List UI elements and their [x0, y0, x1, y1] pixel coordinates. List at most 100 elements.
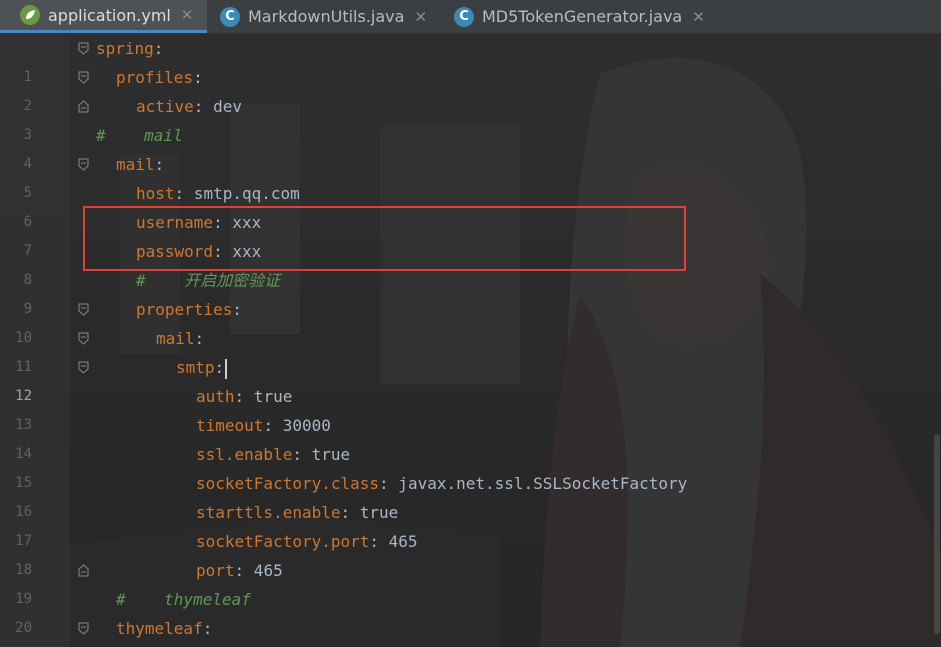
yaml-key: starttls.enable — [196, 503, 341, 522]
code-text[interactable]: socketFactory.class: javax.net.ssl.SSLSo… — [196, 469, 687, 498]
yaml-separator: : — [340, 503, 351, 522]
fold-open-icon[interactable] — [78, 361, 89, 374]
yaml-value: dev — [203, 97, 242, 116]
yaml-value: true — [244, 387, 293, 406]
yaml-separator: : — [154, 155, 165, 174]
yaml-key: mail — [116, 155, 155, 174]
yaml-key: socketFactory.class — [196, 474, 380, 493]
java-class-icon: C — [220, 6, 240, 27]
fold-open-icon[interactable] — [78, 42, 89, 55]
yaml-key: ssl.enable — [196, 445, 293, 464]
code-line: 13 auth: true — [0, 382, 941, 433]
annotation-highlight-box — [83, 206, 686, 271]
yaml-key: profiles — [116, 68, 194, 87]
yaml-value: javax.net.ssl.SSLSocketFactory — [388, 474, 688, 493]
fold-open-icon[interactable] — [78, 332, 89, 345]
code-line: 2 profiles: — [0, 63, 941, 114]
yaml-key: smtp — [176, 358, 215, 377]
code-line: 18 socketFactory.port: 465 — [0, 527, 941, 578]
code-line: 5 mail: — [0, 150, 941, 201]
code-text[interactable]: ssl.enable: true — [196, 440, 350, 469]
fold-close-icon[interactable] — [78, 100, 89, 113]
code-text[interactable]: auth: true — [196, 382, 292, 411]
yaml-comment: # 开启加密验证 — [136, 271, 281, 290]
code-text[interactable]: timeout: 30000 — [196, 411, 331, 440]
yaml-separator: : — [379, 474, 389, 493]
editor-tab-bar: application.yml ✕ C MarkdownUtils.java ✕… — [0, 0, 941, 34]
yaml-separator: : — [193, 97, 204, 116]
code-line: 4 # mail — [0, 121, 941, 172]
tab-application-yml[interactable]: application.yml ✕ — [0, 0, 207, 33]
yaml-separator: : — [292, 445, 302, 464]
code-text[interactable]: profiles: — [116, 63, 203, 92]
code-line: 20 # thymeleaf — [0, 585, 941, 636]
code-text[interactable]: mail: — [116, 150, 164, 179]
fold-open-icon[interactable] — [78, 303, 89, 316]
tab-label: MarkdownUtils.java — [248, 7, 405, 26]
code-line: 21 thymeleaf: — [0, 614, 941, 643]
yaml-key: host — [136, 184, 175, 203]
code-text[interactable]: # thymeleaf — [116, 585, 251, 614]
yaml-value: 30000 — [273, 416, 331, 435]
line-number: 21 — [0, 643, 32, 647]
text-caret — [225, 358, 228, 379]
code-line: 19 port: 465 — [0, 556, 941, 607]
code-text[interactable]: # mail — [96, 121, 183, 150]
yaml-key: spring — [96, 39, 154, 58]
code-line: 1 spring: — [0, 34, 941, 85]
yaml-value: true — [301, 445, 351, 464]
code-text[interactable]: spring: — [96, 34, 163, 63]
code-line: 16 socketFactory.class: javax.net.ssl.SS… — [0, 469, 941, 520]
yaml-separator: : — [174, 184, 185, 203]
close-icon[interactable]: ✕ — [414, 8, 427, 26]
yaml-key: socketFactory.port — [196, 532, 370, 551]
yaml-comment: # mail — [96, 126, 183, 145]
close-icon[interactable]: ✕ — [181, 6, 194, 24]
yaml-separator: : — [369, 532, 380, 551]
yaml-separator: : — [263, 416, 274, 435]
code-text[interactable]: properties: — [136, 295, 242, 324]
code-text[interactable]: smtp: — [176, 353, 228, 382]
code-text[interactable]: host: smtp.qq.com — [136, 179, 300, 208]
yaml-separator: : — [232, 300, 242, 319]
yaml-key: properties — [136, 300, 233, 319]
code-line: 3 active: dev — [0, 92, 941, 143]
fold-close-icon[interactable] — [78, 564, 89, 577]
java-class-icon: C — [454, 6, 474, 27]
scrollbar-thumb[interactable] — [934, 434, 940, 634]
code-line-current: 12 smtp: — [0, 353, 941, 404]
tab-label: MD5TokenGenerator.java — [482, 7, 683, 26]
code-text[interactable]: port: 465 — [196, 556, 283, 585]
tab-label: application.yml — [48, 5, 171, 25]
yaml-separator: : — [194, 329, 205, 348]
fold-open-icon[interactable] — [78, 71, 89, 84]
code-text[interactable]: starttls.enable: true — [196, 498, 398, 527]
spring-icon — [20, 5, 40, 25]
code-line: 11 mail: — [0, 324, 941, 375]
yaml-separator: : — [234, 387, 245, 406]
close-icon[interactable]: ✕ — [692, 8, 705, 26]
code-line: 17 starttls.enable: true — [0, 498, 941, 549]
tab-md5tokengenerator-java[interactable]: C MD5TokenGenerator.java ✕ — [454, 0, 729, 33]
yaml-value: 465 — [379, 532, 418, 551]
yaml-separator: : — [214, 358, 225, 377]
code-line: 14 timeout: 30000 — [0, 411, 941, 462]
yaml-value: smtp.qq.com — [184, 184, 300, 203]
code-line: 6 host: smtp.qq.com — [0, 179, 941, 230]
code-text[interactable]: mail: — [156, 324, 204, 353]
yaml-comment: # thymeleaf — [116, 590, 251, 609]
yaml-key: port — [196, 561, 235, 580]
code-editor[interactable]: 1 spring: 2 profiles: 3 active: dev 4 # … — [0, 34, 941, 647]
code-line: 10 properties: — [0, 295, 941, 346]
yaml-key: timeout — [196, 416, 264, 435]
code-text[interactable]: socketFactory.port: 465 — [196, 527, 418, 556]
code-text[interactable]: thymeleaf: — [116, 614, 212, 643]
yaml-separator: : — [193, 68, 203, 87]
tab-markdownutils-java[interactable]: C MarkdownUtils.java ✕ — [220, 0, 435, 33]
code-text[interactable]: active: dev — [136, 92, 242, 121]
yaml-separator: : — [234, 561, 245, 580]
code-line: 15 ssl.enable: true — [0, 440, 941, 491]
vertical-scrollbar[interactable] — [933, 34, 941, 647]
fold-open-icon[interactable] — [78, 622, 89, 635]
fold-open-icon[interactable] — [78, 158, 89, 171]
